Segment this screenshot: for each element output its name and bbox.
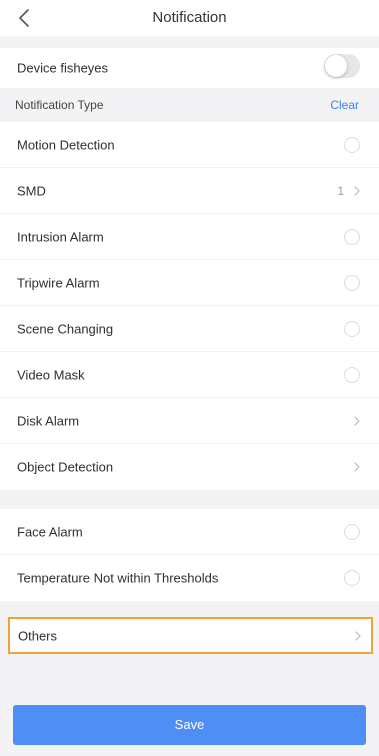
notification-item-intrusion-alarm[interactable]: Intrusion Alarm bbox=[0, 214, 379, 260]
notification-item-label: Disk Alarm bbox=[17, 413, 80, 428]
save-button[interactable]: Save bbox=[13, 705, 366, 745]
notification-item-label: Object Detection bbox=[17, 459, 114, 475]
device-fisheyes-row: Device fisheyes bbox=[0, 48, 379, 88]
radio-button[interactable] bbox=[344, 523, 360, 540]
notification-item-label: Intrusion Alarm bbox=[17, 229, 104, 244]
notification-item-label: Video Mask bbox=[17, 367, 85, 382]
header-bar: Notification bbox=[0, 0, 379, 36]
toggle-knob bbox=[325, 55, 347, 77]
radio-button[interactable] bbox=[344, 320, 360, 337]
notification-screen: Notification Device fisheyes Notificatio… bbox=[0, 0, 379, 756]
notification-type-title: Notification Type bbox=[15, 98, 104, 112]
others-label: Others bbox=[18, 628, 58, 643]
notification-type-header: Notification Type Clear bbox=[0, 88, 379, 122]
notification-item-label: Tripwire Alarm bbox=[17, 275, 100, 290]
notification-item-disk-alarm[interactable]: Disk Alarm bbox=[0, 398, 379, 444]
page-title: Notification bbox=[152, 9, 227, 26]
notification-item-video-mask[interactable]: Video Mask bbox=[0, 352, 379, 398]
others-row[interactable]: Others bbox=[8, 617, 373, 654]
device-fisheyes-label: Device fisheyes bbox=[17, 60, 109, 76]
radio-button[interactable] bbox=[344, 570, 360, 586]
notification-item-label: Scene Changing bbox=[17, 321, 114, 336]
device-fisheyes-toggle[interactable] bbox=[324, 54, 360, 78]
notification-item-scene-changing[interactable]: Scene Changing bbox=[0, 306, 379, 352]
notification-item-object-detection[interactable]: Object Detection bbox=[0, 444, 379, 490]
chevron-right-icon bbox=[354, 185, 360, 196]
notification-item-motion-detection[interactable]: Motion Detection bbox=[0, 122, 379, 168]
notification-type-list: Motion Detection SMD 1 Intrusion Alarm Tripw… bbox=[0, 122, 379, 490]
chevron-right-icon bbox=[355, 630, 361, 641]
radio-button[interactable] bbox=[344, 136, 360, 153]
notification-item-label: Temperature Not within Thresholds bbox=[17, 570, 219, 586]
notification-item-label: Face Alarm bbox=[17, 524, 83, 539]
radio-button[interactable] bbox=[344, 366, 360, 383]
clear-button[interactable]: Clear bbox=[330, 98, 359, 112]
notification-item-label: SMD bbox=[17, 183, 46, 198]
notification-item-tripwire-alarm[interactable]: Tripwire Alarm bbox=[0, 260, 379, 306]
notification-item-temperature-not-within-thresholds[interactable]: Temperature Not within Thresholds bbox=[0, 555, 379, 601]
radio-button[interactable] bbox=[344, 228, 360, 245]
radio-button[interactable] bbox=[344, 274, 360, 291]
selected-count: 1 bbox=[337, 183, 344, 198]
notification-item-label: Motion Detection bbox=[17, 137, 115, 152]
notification-item-face-alarm[interactable]: Face Alarm bbox=[0, 509, 379, 555]
chevron-right-icon bbox=[354, 462, 360, 472]
thermal-alarm-list: Face Alarm Temperature Not within Thresho… bbox=[0, 509, 379, 601]
notification-item-smd[interactable]: SMD 1 bbox=[0, 168, 379, 214]
chevron-right-icon bbox=[354, 415, 360, 426]
